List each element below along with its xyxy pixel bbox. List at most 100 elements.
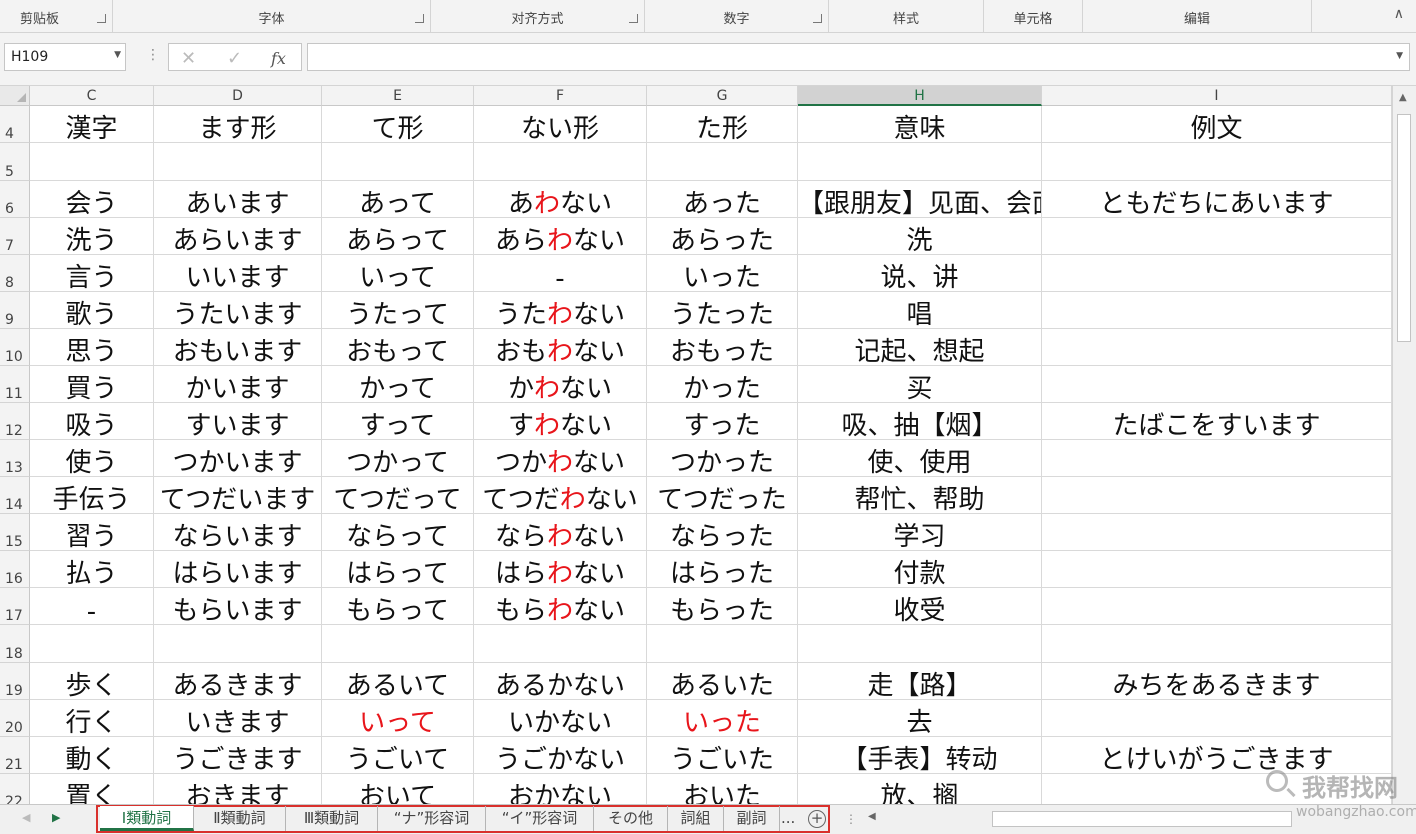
cell-f18[interactable] (474, 625, 647, 663)
cell-f5[interactable] (474, 143, 647, 181)
cell-c18[interactable] (30, 625, 154, 663)
cell-d18[interactable] (154, 625, 322, 663)
row-header[interactable]: 14 (0, 477, 30, 514)
cell-c7[interactable]: 洗う (30, 218, 154, 255)
dialog-launcher-icon[interactable] (629, 14, 638, 23)
cell-d11[interactable]: かいます (154, 366, 322, 403)
cell-h15[interactable]: 学习 (798, 514, 1042, 551)
cell-f12[interactable]: すわない (474, 403, 647, 440)
cell-c14[interactable]: 手伝う (30, 477, 154, 514)
cell-f22[interactable]: おかない (474, 774, 647, 804)
row-header[interactable]: 4 (0, 106, 30, 143)
sheet-tab[interactable]: “イ”形容词 (486, 806, 594, 831)
cell-f10[interactable]: おもわない (474, 329, 647, 366)
column-header-e[interactable]: E (322, 86, 474, 106)
cell-c4[interactable]: 漢字 (30, 106, 154, 143)
cell-c17[interactable]: - (30, 588, 154, 625)
cell-h18[interactable] (798, 625, 1042, 663)
cell-e7[interactable]: あらって (322, 218, 474, 255)
cell-c6[interactable]: 会う (30, 181, 154, 218)
row-header[interactable]: 22 (0, 774, 30, 804)
cell-g20[interactable]: いった (647, 700, 798, 737)
cell-d13[interactable]: つかいます (154, 440, 322, 477)
cell-c16[interactable]: 払う (30, 551, 154, 588)
cell-e4[interactable]: て形 (322, 106, 474, 143)
cell-d5[interactable] (154, 143, 322, 181)
cell-e5[interactable] (322, 143, 474, 181)
cell-i20[interactable] (1042, 700, 1392, 737)
row-header[interactable]: 7 (0, 218, 30, 255)
dialog-launcher-icon[interactable] (813, 14, 822, 23)
insert-function-icon[interactable]: fx (271, 49, 286, 68)
more-sheets-button[interactable]: ... (781, 809, 795, 827)
cell-d9[interactable]: うたいます (154, 292, 322, 329)
cell-g14[interactable]: てつだった (647, 477, 798, 514)
cell-d7[interactable]: あらいます (154, 218, 322, 255)
cell-f9[interactable]: うたわない (474, 292, 647, 329)
sheet-tab[interactable]: “ナ”形容词 (378, 806, 486, 831)
cell-h13[interactable]: 使、使用 (798, 440, 1042, 477)
cell-i6[interactable]: ともだちにあいます (1042, 181, 1392, 218)
row-header[interactable]: 17 (0, 588, 30, 625)
column-header-c[interactable]: C (30, 86, 154, 106)
cell-i7[interactable] (1042, 218, 1392, 255)
cell-g9[interactable]: うたった (647, 292, 798, 329)
cell-h5[interactable] (798, 143, 1042, 181)
cancel-icon[interactable]: ✕ (181, 48, 196, 69)
cell-d17[interactable]: もらいます (154, 588, 322, 625)
cell-h8[interactable]: 说、讲 (798, 255, 1042, 292)
cell-e8[interactable]: いって (322, 255, 474, 292)
cell-h10[interactable]: 记起、想起 (798, 329, 1042, 366)
cell-h14[interactable]: 帮忙、帮助 (798, 477, 1042, 514)
cell-e22[interactable]: おいて (322, 774, 474, 804)
cell-i13[interactable] (1042, 440, 1392, 477)
row-header[interactable]: 13 (0, 440, 30, 477)
cell-h6[interactable]: 【跟朋友】见面、会面 (798, 181, 1042, 218)
cell-f7[interactable]: あらわない (474, 218, 647, 255)
cell-f14[interactable]: てつだわない (474, 477, 647, 514)
cell-d14[interactable]: てつだいます (154, 477, 322, 514)
row-header[interactable]: 15 (0, 514, 30, 551)
previous-sheet-icon[interactable]: ◀ (22, 811, 30, 824)
cell-i9[interactable] (1042, 292, 1392, 329)
scroll-left-icon[interactable]: ◀ (868, 811, 876, 822)
cell-h12[interactable]: 吸、抽【烟】 (798, 403, 1042, 440)
cell-i15[interactable] (1042, 514, 1392, 551)
row-header[interactable]: 11 (0, 366, 30, 403)
cell-d4[interactable]: ます形 (154, 106, 322, 143)
cell-g7[interactable]: あらった (647, 218, 798, 255)
cell-g4[interactable]: た形 (647, 106, 798, 143)
cell-c12[interactable]: 吸う (30, 403, 154, 440)
row-header[interactable]: 9 (0, 292, 30, 329)
cell-e12[interactable]: すって (322, 403, 474, 440)
cell-g22[interactable]: おいた (647, 774, 798, 804)
cell-g16[interactable]: はらった (647, 551, 798, 588)
sheet-tab[interactable]: 副詞 (724, 806, 780, 831)
column-header-i[interactable]: I (1042, 86, 1392, 106)
cell-d10[interactable]: おもいます (154, 329, 322, 366)
sheet-tab[interactable]: その他 (594, 806, 668, 831)
cell-g18[interactable] (647, 625, 798, 663)
cell-g6[interactable]: あった (647, 181, 798, 218)
name-box[interactable]: H109 ▼ (4, 43, 126, 71)
row-header[interactable]: 12 (0, 403, 30, 440)
cell-i10[interactable] (1042, 329, 1392, 366)
sheet-tab[interactable]: Ⅱ類動詞 (194, 806, 286, 831)
cell-e10[interactable]: おもって (322, 329, 474, 366)
scroll-thumb[interactable] (992, 811, 1292, 827)
cell-c5[interactable] (30, 143, 154, 181)
cell-h4[interactable]: 意味 (798, 106, 1042, 143)
cell-c11[interactable]: 買う (30, 366, 154, 403)
cell-d19[interactable]: あるきます (154, 663, 322, 700)
cell-g5[interactable] (647, 143, 798, 181)
cell-c19[interactable]: 歩く (30, 663, 154, 700)
cell-f4[interactable]: ない形 (474, 106, 647, 143)
cell-i5[interactable] (1042, 143, 1392, 181)
cell-i8[interactable] (1042, 255, 1392, 292)
cell-h19[interactable]: 走【路】 (798, 663, 1042, 700)
cell-e13[interactable]: つかって (322, 440, 474, 477)
cell-f8[interactable]: - (474, 255, 647, 292)
cell-e11[interactable]: かって (322, 366, 474, 403)
cell-f17[interactable]: もらわない (474, 588, 647, 625)
cell-g11[interactable]: かった (647, 366, 798, 403)
